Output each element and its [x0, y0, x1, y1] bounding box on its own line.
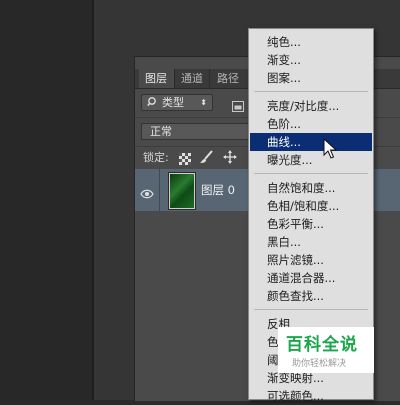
lock-pixels-brush-icon[interactable] — [200, 149, 214, 168]
menu-item[interactable]: 图案... — [250, 69, 372, 87]
menu-item[interactable]: 可选颜色... — [250, 387, 372, 405]
filter-type-label: 类型 — [162, 96, 184, 109]
menu-item[interactable]: 色彩平衡... — [250, 215, 372, 233]
menu-item[interactable]: 色相/饱和度... — [250, 197, 372, 215]
menu-item[interactable]: 黑白... — [250, 233, 372, 251]
menu-separator — [254, 173, 368, 174]
watermark-subtitle: 助你轻松解决 — [292, 359, 347, 369]
blend-mode-value: 正常 — [150, 125, 172, 138]
workspace-left — [0, 0, 92, 400]
layer-filter-select[interactable]: 类型 ⬍ — [141, 94, 213, 111]
menu-item[interactable]: 曲线... — [250, 133, 372, 151]
lock-position-move-icon[interactable] — [223, 149, 237, 168]
menu-item[interactable]: 通道混合器... — [250, 269, 372, 287]
image-filter-icon[interactable] — [232, 97, 244, 116]
layer-thumbnail — [169, 173, 195, 209]
menu-separator — [254, 309, 368, 310]
eye-icon — [140, 184, 154, 203]
tab-channels[interactable]: 通道 — [175, 69, 210, 88]
menu-item[interactable]: 颜色查找... — [250, 287, 372, 305]
tab-layers[interactable]: 图层 — [139, 69, 175, 88]
menu-separator — [254, 91, 368, 92]
updown-arrow-icon: ⬍ — [200, 98, 207, 107]
menu-item[interactable]: 曝光度... — [250, 151, 372, 169]
tab-paths[interactable]: 路径 — [211, 69, 247, 88]
mouse-cursor-icon — [323, 137, 338, 164]
lock-transparent-icon[interactable] — [179, 150, 191, 169]
menu-item[interactable]: 照片滤镜... — [250, 251, 372, 269]
search-icon — [147, 95, 159, 113]
visibility-toggle[interactable] — [135, 169, 160, 211]
layer-name[interactable]: 图层 0 — [201, 182, 235, 198]
menu-item[interactable]: 色阶... — [250, 115, 372, 133]
menu-item[interactable]: 自然饱和度... — [250, 179, 372, 197]
menu-item[interactable]: 渐变... — [250, 51, 372, 69]
watermark-title: 百科全说 — [286, 335, 358, 355]
watermark: 百科全说 助你轻松解决 — [278, 327, 374, 373]
menu-item[interactable]: 纯色... — [250, 33, 372, 51]
workspace-strip — [94, 0, 134, 400]
lock-label: 锁定: — [143, 151, 169, 164]
blend-mode-select[interactable]: 正常 — [141, 123, 249, 140]
menu-item[interactable]: 亮度/对比度... — [250, 97, 372, 115]
